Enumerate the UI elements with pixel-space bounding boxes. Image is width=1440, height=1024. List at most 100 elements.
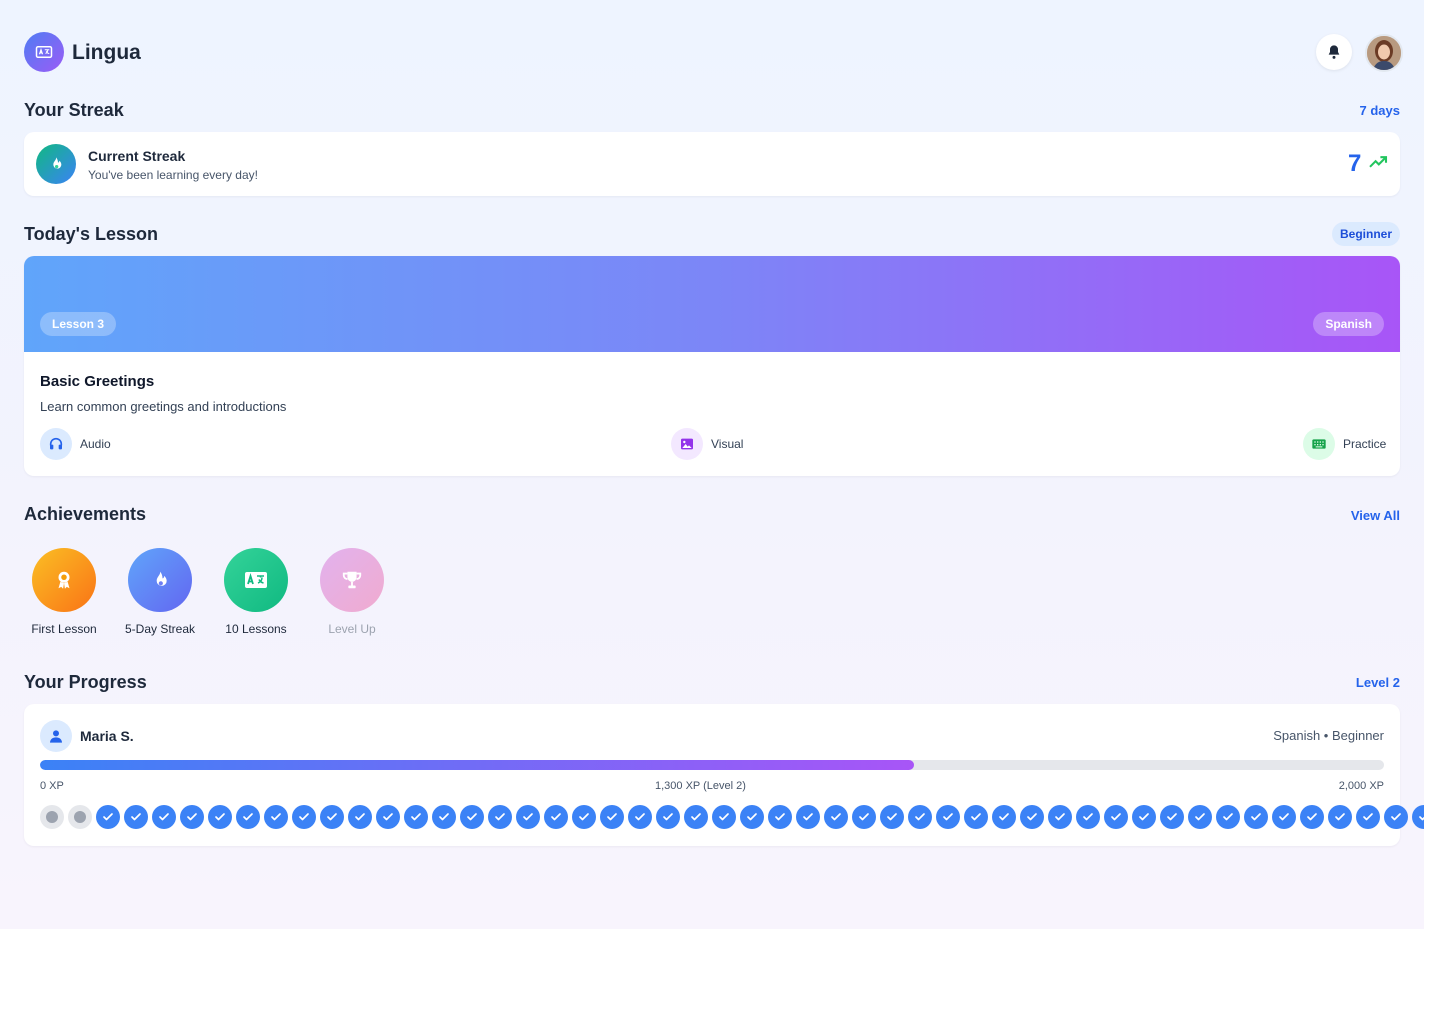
keyboard-icon xyxy=(1303,428,1335,460)
streak-count: 7 xyxy=(1348,150,1362,177)
achievement-first-lesson[interactable]: First Lesson xyxy=(16,548,112,636)
lesson-dot-complete xyxy=(516,805,540,829)
check-icon xyxy=(719,813,729,821)
check-icon xyxy=(299,813,309,821)
notifications-button[interactable] xyxy=(1316,34,1352,70)
app-root: Lingua Your Streak 7 days Current Streak… xyxy=(0,0,1424,929)
lesson-dot-complete xyxy=(908,805,932,829)
lesson-dot-complete xyxy=(880,805,904,829)
streak-section-title: Your Streak xyxy=(24,100,124,120)
streak-label: Current Streak xyxy=(88,148,186,164)
achievement-level-up[interactable]: Level Up xyxy=(304,548,400,636)
lesson-dot-complete xyxy=(152,805,176,829)
achievement-5-day-streak[interactable]: 5-Day Streak xyxy=(112,548,208,636)
lesson-dot-complete xyxy=(712,805,736,829)
check-icon xyxy=(243,813,253,821)
check-icon xyxy=(747,813,757,821)
check-icon xyxy=(523,813,533,821)
lesson-description: Learn common greetings and introductions xyxy=(40,399,287,414)
translate-icon xyxy=(224,548,288,612)
lesson-card[interactable]: Lesson 3 Spanish Basic Greetings Learn c… xyxy=(24,256,1400,476)
check-icon xyxy=(383,813,393,821)
lesson-dot-complete xyxy=(208,805,232,829)
check-icon xyxy=(1223,813,1233,821)
view-all-link[interactable]: View All xyxy=(1351,508,1400,523)
check-icon xyxy=(1419,816,1424,821)
check-icon xyxy=(915,813,925,821)
user-avatar[interactable] xyxy=(1365,34,1403,72)
lesson-dot-complete xyxy=(1020,805,1044,829)
streak-days-summary: 7 days xyxy=(1359,103,1400,118)
lesson-dot-complete xyxy=(348,805,372,829)
achievement-label: First Lesson xyxy=(31,622,97,636)
check-icon xyxy=(971,813,981,821)
lesson-dot-complete xyxy=(1272,805,1296,829)
trending-up-icon xyxy=(1369,156,1388,168)
check-icon xyxy=(887,813,897,821)
lesson-banner: Lesson 3 Spanish xyxy=(24,256,1400,352)
feature-label: Audio xyxy=(80,437,111,451)
check-icon xyxy=(607,813,617,821)
lesson-dot-complete xyxy=(628,805,652,829)
check-icon xyxy=(1335,813,1345,821)
flame-icon xyxy=(36,144,76,184)
check-icon xyxy=(187,813,197,821)
lesson-dot-complete xyxy=(1300,805,1324,829)
check-icon xyxy=(1083,813,1093,821)
lesson-dot-complete xyxy=(1412,805,1424,829)
lesson-dot-complete xyxy=(236,805,260,829)
lesson-dot-complete xyxy=(1048,805,1072,829)
lesson-dot-complete xyxy=(404,805,428,829)
lesson-dot-complete xyxy=(936,805,960,829)
lesson-dot-complete xyxy=(852,805,876,829)
check-icon xyxy=(159,813,169,821)
lesson-dot-complete xyxy=(1188,805,1212,829)
check-icon xyxy=(859,813,869,821)
lesson-dot-complete xyxy=(1216,805,1240,829)
feature-label: Visual xyxy=(711,437,744,451)
lesson-dot-complete xyxy=(460,805,484,829)
lesson-dot-complete xyxy=(768,805,792,829)
check-icon xyxy=(663,813,673,821)
check-icon xyxy=(691,813,701,821)
streak-subtitle: You've been learning every day! xyxy=(88,168,258,182)
check-icon xyxy=(1195,813,1205,821)
achievement-10-lessons[interactable]: 10 Lessons xyxy=(208,548,304,636)
feature-audio[interactable]: Audio xyxy=(40,428,111,460)
achievement-label: 5-Day Streak xyxy=(124,622,196,636)
check-icon xyxy=(1027,813,1037,821)
lesson-dot-complete xyxy=(124,805,148,829)
lesson-dot-complete xyxy=(292,805,316,829)
lesson-completion-dots xyxy=(40,805,1424,829)
check-icon xyxy=(439,813,449,821)
xp-max-label: 2,000 XP xyxy=(1338,780,1384,792)
lesson-dot-complete xyxy=(1356,805,1380,829)
check-icon xyxy=(1307,813,1317,821)
check-icon xyxy=(131,813,141,821)
lesson-dot-complete xyxy=(992,805,1016,829)
lesson-dot-incomplete xyxy=(40,805,64,829)
check-icon xyxy=(999,813,1009,821)
check-icon xyxy=(1167,813,1177,821)
check-icon xyxy=(775,813,785,821)
check-icon xyxy=(411,813,421,821)
check-icon xyxy=(1055,813,1065,821)
user-icon xyxy=(40,720,72,752)
check-icon xyxy=(803,813,813,821)
lesson-dot-complete xyxy=(488,805,512,829)
check-icon xyxy=(467,813,477,821)
lesson-dot-complete xyxy=(572,805,596,829)
lesson-dot-complete xyxy=(1328,805,1352,829)
check-icon xyxy=(1391,813,1401,821)
lesson-title: Basic Greetings xyxy=(40,373,155,390)
lesson-dot-complete xyxy=(180,805,204,829)
check-icon xyxy=(215,813,225,821)
xp-progress-bar xyxy=(40,760,1384,770)
translate-icon[interactable] xyxy=(24,32,64,72)
check-icon xyxy=(1111,813,1121,821)
achievements-section-title: Achievements xyxy=(24,504,147,524)
lesson-dot-complete xyxy=(1076,805,1100,829)
lesson-dot-complete xyxy=(1244,805,1268,829)
feature-visual[interactable]: Visual xyxy=(671,428,743,460)
feature-practice[interactable]: Practice xyxy=(1303,428,1386,460)
